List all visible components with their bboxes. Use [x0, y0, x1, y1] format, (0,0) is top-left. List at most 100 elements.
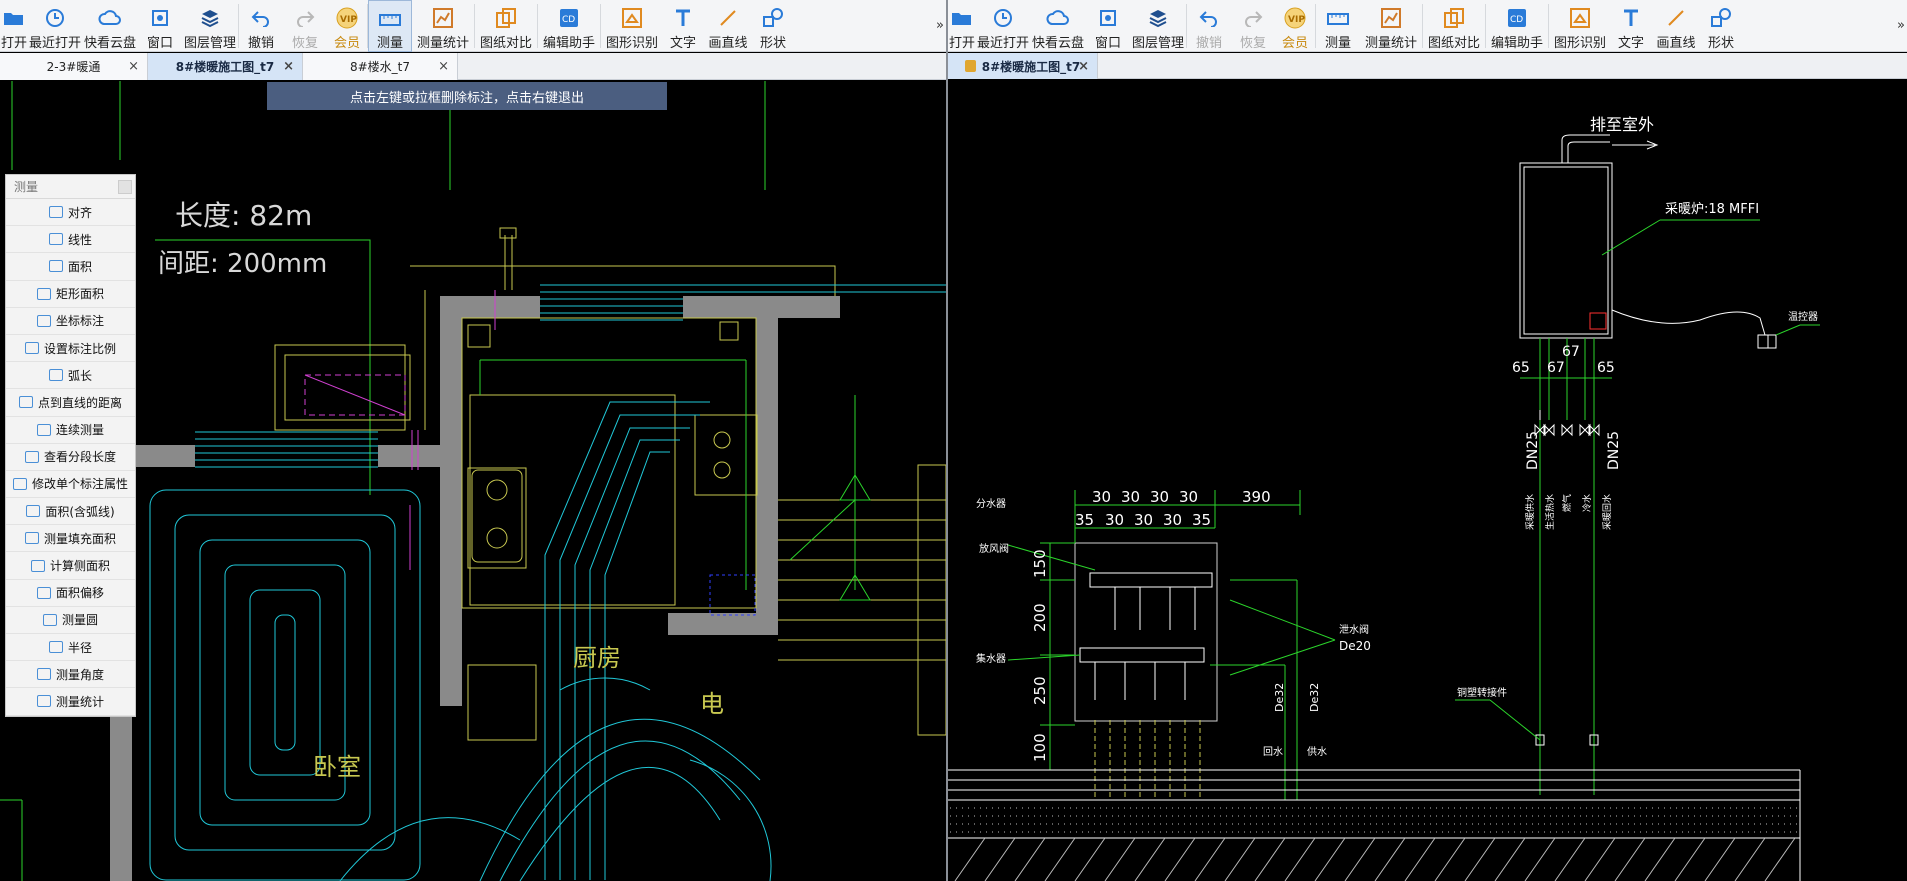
- panel-close-icon[interactable]: [118, 180, 132, 194]
- toolbar-button-edit-helper[interactable]: CD 编辑助手: [1486, 0, 1548, 52]
- toolbar-button-text[interactable]: 文字: [663, 0, 703, 52]
- toolbar-button-layers[interactable]: 图层管理: [1130, 0, 1186, 52]
- measure-tool-item[interactable]: 测量填充面积: [6, 525, 135, 553]
- cloud-icon: [1046, 6, 1070, 30]
- tab-label: 8#楼水_t7: [349, 60, 411, 74]
- right-cad-canvas[interactable]: 排至室外 采暖炉:18 MFFI 温控器 65 67 67 65 DN25 DN…: [948, 80, 1907, 881]
- tab-label: 8#楼暖施工图_t7: [175, 60, 275, 74]
- toolbar-button-label: 图纸对比: [479, 36, 532, 51]
- dim-left-4: 100: [1031, 733, 1049, 762]
- measure-tool-item[interactable]: 查看分段长度: [6, 444, 135, 471]
- tab-close-icon[interactable]: ×: [1078, 59, 1089, 74]
- toolbar-button-undo[interactable]: 撤销: [239, 0, 283, 52]
- toolbar-overflow-icon[interactable]: »: [1897, 18, 1905, 33]
- measure-tool-label: 测量圆: [61, 613, 98, 628]
- measure-tool-item[interactable]: 修改单个标注属性: [6, 471, 135, 499]
- measure-tool-icon: [26, 505, 41, 518]
- measure-panel-title: 测量: [14, 180, 39, 194]
- toolbar-button-measure[interactable]: 测量: [368, 0, 412, 52]
- toolbar-button-window[interactable]: 窗口: [1086, 0, 1130, 52]
- measure-tool-item[interactable]: 测量圆: [6, 607, 135, 634]
- toolbar-button-recent-clock[interactable]: 最近打开: [976, 0, 1030, 52]
- toolbar-button-window[interactable]: 窗口: [138, 0, 182, 52]
- toolbar-button-measure-stats[interactable]: 测量统计: [412, 0, 474, 52]
- toolbar-button-label: 快看云盘: [1031, 36, 1084, 51]
- measure-icon: [378, 7, 402, 30]
- measure-tool-item[interactable]: 对齐: [6, 199, 135, 227]
- toolbar-button-line[interactable]: 画直线: [703, 0, 753, 52]
- measure-tool-icon: [36, 695, 51, 708]
- measure-tool-label: 查看分段长度: [43, 450, 116, 465]
- toolbar-button-label: 形状: [1707, 36, 1734, 51]
- toolbar-button-compare[interactable]: 图纸对比: [475, 0, 537, 52]
- toolbar-button-text[interactable]: 文字: [1611, 0, 1651, 52]
- toolbar-button-label: 画直线: [1656, 36, 1696, 51]
- toolbar-button-label: 图层管理: [1131, 36, 1184, 51]
- toolbar-button-vip[interactable]: VIP 会员: [327, 0, 367, 52]
- dim-top-3: 30: [1150, 488, 1169, 506]
- toolbar-button-cloud[interactable]: 快看云盘: [82, 0, 138, 52]
- text-icon: [671, 6, 695, 30]
- toolbar-button-label: 撤销: [1195, 36, 1222, 51]
- measure-tool-item[interactable]: 线性: [6, 226, 135, 254]
- svg-text:VIP: VIP: [340, 15, 357, 25]
- room-label-bedroom: 卧室: [313, 753, 361, 781]
- measure-tool-item[interactable]: 面积偏移: [6, 580, 135, 607]
- tab-8-heating-right[interactable]: 8#楼暖施工图_t7 ×: [948, 53, 1098, 79]
- measure-tool-item[interactable]: 设置标注比例: [6, 335, 135, 363]
- tab-8-heating[interactable]: 8#楼暖施工图_t7 ×: [148, 53, 303, 80]
- toolbar-button-measure-stats[interactable]: 测量统计: [1360, 0, 1422, 52]
- toolbar-button-shape[interactable]: 形状: [753, 0, 793, 52]
- edit-helper-icon: CD: [557, 6, 581, 30]
- toolbar-button-redo[interactable]: 恢复: [283, 0, 327, 52]
- pipe-label-heating-return: 采暖回水: [1601, 494, 1613, 530]
- toolbar-button-measure[interactable]: 测量: [1316, 0, 1360, 52]
- measure-tool-label: 弧长: [67, 368, 92, 383]
- toolbar-button-recent-clock[interactable]: 最近打开: [28, 0, 82, 52]
- left-cad-canvas[interactable]: 长度: 82m 间距: 200mm 厨房 卧室 电: [0, 81, 946, 881]
- toolbar-button-vip[interactable]: VIP 会员: [1275, 0, 1315, 52]
- toolbar-button-label: 画直线: [708, 36, 748, 51]
- connector-label: 铜塑转接件: [1457, 686, 1507, 699]
- measure-tool-item[interactable]: 矩形面积: [6, 281, 135, 308]
- tab-2-3-hvac[interactable]: 2-3#暖通 ×: [0, 53, 148, 80]
- measure-tool-item[interactable]: 面积(含弧线): [6, 498, 135, 526]
- toolbar-overflow-icon[interactable]: »: [936, 18, 944, 33]
- measure-tool-item[interactable]: 弧长: [6, 362, 135, 390]
- measure-tool-item[interactable]: 测量统计: [6, 688, 135, 716]
- measure-panel-list: 对齐 线性 面积 矩形面积 坐标标注 设置标注比例弧长点到直线的距离 连续测量查看分段长度修…: [6, 199, 135, 716]
- measure-tool-item[interactable]: 半径: [6, 634, 135, 662]
- toolbar-button-folder-open[interactable]: 打开: [0, 0, 28, 52]
- toolbar-button-shape-recognize[interactable]: 图形识别: [601, 0, 663, 52]
- tab-close-icon[interactable]: ×: [128, 59, 139, 74]
- toolbar-button-label: 最近打开: [976, 36, 1029, 51]
- tab-close-icon[interactable]: ×: [283, 59, 294, 74]
- measure-tool-item[interactable]: 计算侧面积: [6, 552, 135, 580]
- tab-8-water[interactable]: 8#楼水_t7 ×: [303, 53, 458, 80]
- toolbar-button-layers[interactable]: 图层管理: [182, 0, 238, 52]
- toolbar-button-label: 窗口: [146, 36, 173, 51]
- toolbar-button-label: 编辑助手: [542, 36, 595, 51]
- toolbar-button-redo[interactable]: 恢复: [1231, 0, 1275, 52]
- toolbar-button-folder-open[interactable]: 打开: [948, 0, 976, 52]
- measure-stats-icon: [431, 6, 455, 30]
- toolbar-button-compare[interactable]: 图纸对比: [1423, 0, 1485, 52]
- toolbar-button-shape[interactable]: 形状: [1701, 0, 1741, 52]
- exhaust-label: 排至室外: [1590, 115, 1654, 134]
- vip-icon: VIP: [1283, 6, 1307, 30]
- measure-tool-item[interactable]: 点到直线的距离: [6, 389, 135, 417]
- measure-tool-item[interactable]: 坐标标注: [6, 308, 135, 335]
- measure-tool-item[interactable]: 连续测量: [6, 417, 135, 444]
- tab-close-icon[interactable]: ×: [438, 59, 449, 74]
- line-icon: [1664, 6, 1688, 30]
- measure-tool-icon: [30, 559, 45, 572]
- measure-tool-item[interactable]: 面积: [6, 253, 135, 281]
- toolbar-button-edit-helper[interactable]: CD 编辑助手: [538, 0, 600, 52]
- toolbar-button-cloud[interactable]: 快看云盘: [1030, 0, 1086, 52]
- toolbar-button-undo[interactable]: 撤销: [1187, 0, 1231, 52]
- measure-tool-item[interactable]: 测量角度: [6, 661, 135, 689]
- thermostat-label: 温控器: [1788, 310, 1818, 323]
- room-label-electric: 电: [700, 690, 724, 718]
- toolbar-button-line[interactable]: 画直线: [1651, 0, 1701, 52]
- toolbar-button-shape-recognize[interactable]: 图形识别: [1549, 0, 1611, 52]
